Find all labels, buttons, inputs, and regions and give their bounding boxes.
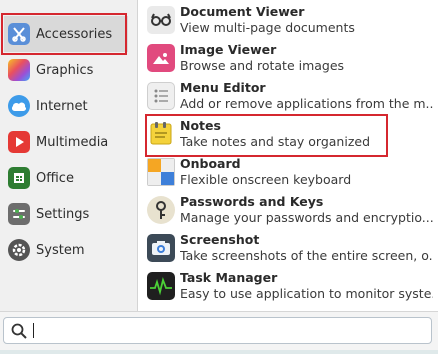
app-description: Take screenshots of the entire screen, o… [180, 248, 433, 263]
app-task-manager[interactable]: Task Manager Easy to use application to … [143, 267, 433, 305]
app-screenshot[interactable]: Screenshot Take screenshots of the entir… [143, 229, 433, 267]
graphics-icon [8, 59, 30, 81]
category-label: Accessories [36, 26, 113, 42]
menu-editor-icon [147, 82, 175, 110]
search-icon [11, 323, 27, 339]
search-area [0, 311, 438, 354]
category-label: Office [36, 170, 74, 186]
internet-icon [8, 95, 30, 117]
app-name: Task Manager [180, 270, 278, 285]
category-multimedia[interactable]: Multimedia [4, 124, 128, 160]
app-name: Passwords and Keys [180, 194, 324, 209]
category-system[interactable]: System [4, 232, 128, 268]
app-menu-editor[interactable]: Menu Editor Add or remove applications f… [143, 77, 433, 115]
category-label: Internet [36, 98, 88, 114]
app-description: Flexible onscreen keyboard [180, 172, 352, 187]
app-description: Manage your passwords and encryptio... [180, 210, 433, 225]
category-sidebar: Accessories Graphics Internet Multimedia… [0, 0, 138, 311]
category-label: Settings [36, 206, 90, 222]
screenshot-icon [147, 234, 175, 262]
app-description: Easy to use application to monitor syste… [180, 286, 433, 301]
app-name: Image Viewer [180, 42, 277, 57]
onboard-icon [147, 158, 175, 186]
document-viewer-icon [147, 6, 175, 34]
passwords-icon [147, 196, 175, 224]
app-description: Add or remove applications from the m... [180, 96, 433, 111]
settings-icon [8, 203, 30, 225]
app-name: Onboard [180, 156, 241, 171]
category-accessories[interactable]: Accessories [4, 16, 128, 52]
category-label: Multimedia [36, 134, 109, 150]
bottom-bar [0, 350, 438, 354]
office-icon [8, 167, 30, 189]
app-document-viewer[interactable]: Document Viewer View multi-page document… [143, 1, 433, 39]
app-name: Menu Editor [180, 80, 266, 95]
app-passwords-and-keys[interactable]: Passwords and Keys Manage your passwords… [143, 191, 433, 229]
category-label: Graphics [36, 62, 94, 78]
app-name: Notes [180, 118, 221, 133]
search-input[interactable] [3, 317, 432, 344]
app-description: View multi-page documents [180, 20, 355, 35]
app-description: Take notes and stay organized [180, 134, 371, 149]
app-name: Screenshot [180, 232, 260, 247]
app-name: Document Viewer [180, 4, 305, 19]
app-description: Browse and rotate images [180, 58, 345, 73]
accessories-icon [8, 23, 30, 45]
task-manager-icon [147, 272, 175, 300]
category-internet[interactable]: Internet [4, 88, 128, 124]
notes-icon [147, 120, 175, 148]
category-office[interactable]: Office [4, 160, 128, 196]
category-settings[interactable]: Settings [4, 196, 128, 232]
app-onboard[interactable]: Onboard Flexible onscreen keyboard [143, 153, 433, 191]
category-graphics[interactable]: Graphics [4, 52, 128, 88]
multimedia-icon [8, 131, 30, 153]
image-viewer-icon [147, 44, 175, 72]
app-notes[interactable]: Notes Take notes and stay organized [143, 115, 433, 153]
text-caret [33, 323, 34, 338]
system-icon [8, 239, 30, 261]
app-image-viewer[interactable]: Image Viewer Browse and rotate images [143, 39, 433, 77]
category-label: System [36, 242, 85, 258]
